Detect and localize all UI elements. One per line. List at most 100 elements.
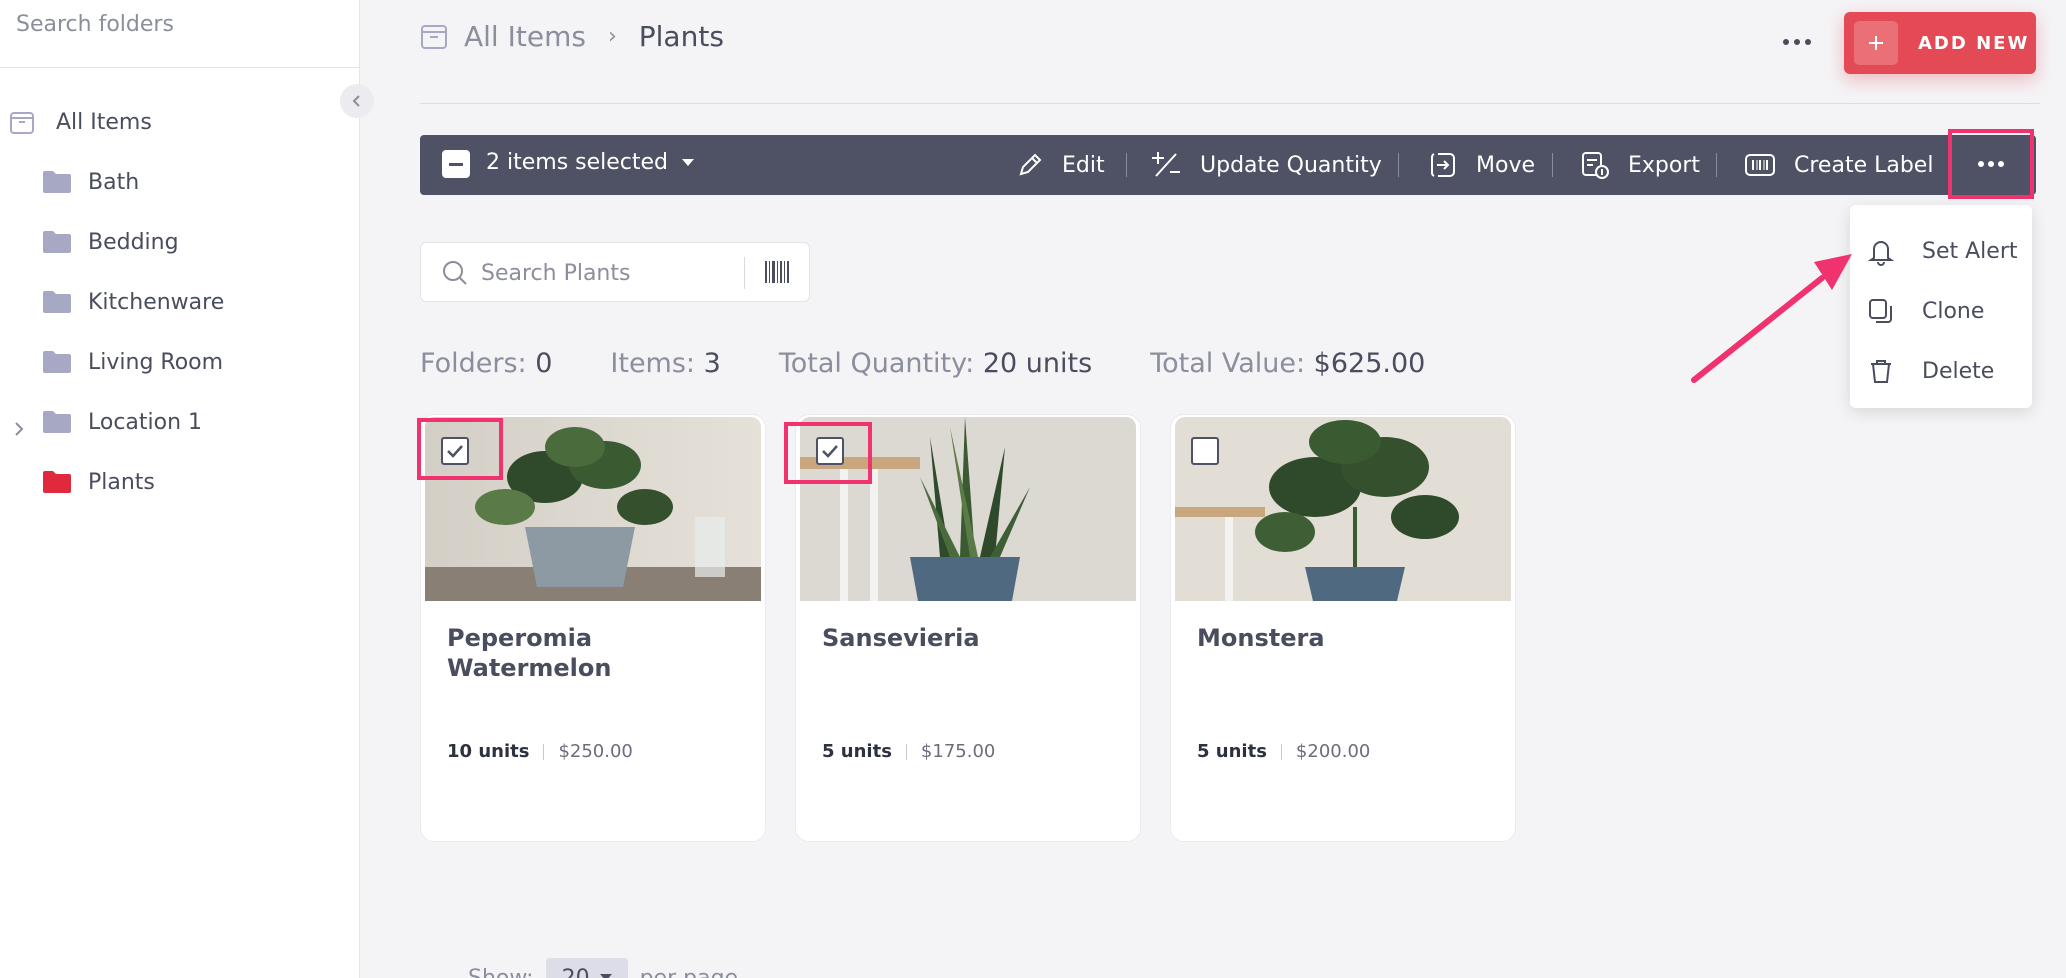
sidebar-item-kitchenware[interactable]: Kitchenware <box>42 277 224 327</box>
meta-divider <box>1280 743 1282 760</box>
all-items-icon <box>10 112 34 134</box>
item-units: 10 units <box>447 741 530 762</box>
stat-label: Total Quantity: <box>778 348 975 379</box>
breadcrumb-current: Plants <box>638 20 724 53</box>
folder-icon <box>43 351 71 373</box>
move-label: Move <box>1476 152 1535 178</box>
stat-value: 20 units <box>982 348 1093 379</box>
plus-minus-icon <box>1152 152 1180 177</box>
stat-total-quantity: Total Quantity: 20 units <box>779 348 1092 379</box>
menu-item-delete[interactable]: Delete <box>1850 341 2032 401</box>
item-card[interactable]: Monstera 5 units $200.00 <box>1170 414 1516 842</box>
trash-icon <box>1871 360 1891 383</box>
create-label-label: Create Label <box>1794 152 1934 178</box>
stat-value: 0 <box>535 348 553 379</box>
all-items-icon <box>421 24 447 49</box>
stat-label: Total Value: <box>1150 348 1306 379</box>
menu-item-label: Delete <box>1922 358 1995 384</box>
summary-stats: Folders: 0 Items: 3 Total Quantity: 20 u… <box>420 348 1483 379</box>
more-horizontal-icon <box>1783 39 1811 45</box>
move-icon <box>1430 153 1455 177</box>
per-page-value: 20 <box>561 965 590 978</box>
header-more-button[interactable] <box>1772 24 1822 60</box>
sidebar-item-living-room[interactable]: Living Room <box>42 337 223 387</box>
bell-icon <box>1867 241 1895 266</box>
folder-icon <box>43 411 71 433</box>
barcode-scan-icon[interactable] <box>763 259 791 285</box>
sidebar-item-label: Bath <box>88 169 140 195</box>
selected-checkbox-highlight <box>784 422 872 484</box>
selected-checkbox-highlight <box>417 418 503 480</box>
item-price: $200.00 <box>1295 741 1371 762</box>
folder-search-box <box>0 0 360 68</box>
plant-search-input[interactable] <box>481 253 731 293</box>
collapse-sidebar-button[interactable] <box>340 84 374 118</box>
update-quantity-button[interactable]: Update Quantity <box>1150 135 1382 195</box>
edit-button[interactable]: Edit <box>1016 135 1105 195</box>
toolbar-more-button[interactable] <box>1948 129 2034 199</box>
per-page-select[interactable]: 20 <box>545 958 628 978</box>
plus-icon <box>1854 21 1898 65</box>
menu-item-clone[interactable]: Clone <box>1850 281 2032 341</box>
search-icon <box>443 261 467 285</box>
caret-down-icon <box>599 974 612 978</box>
chevron-left-icon <box>352 95 360 107</box>
meta-divider <box>905 743 907 760</box>
item-units: 5 units <box>822 741 892 762</box>
breadcrumb-separator: › <box>607 24 617 49</box>
add-new-button[interactable]: ADD NEW <box>1844 12 2036 74</box>
item-units: 5 units <box>1197 741 1267 762</box>
toolbar-divider <box>1398 153 1399 177</box>
menu-item-set-alert[interactable]: Set Alert <box>1850 221 2032 281</box>
folder-icon <box>43 291 71 313</box>
sidebar-item-label: All Items <box>56 109 152 135</box>
item-meta: 10 units $250.00 <box>447 741 633 762</box>
more-horizontal-icon <box>1978 161 2004 167</box>
export-label: Export <box>1628 152 1701 178</box>
item-name[interactable]: Peperomia Watermelon <box>447 623 737 683</box>
search-divider <box>744 257 745 289</box>
item-price: $250.00 <box>558 741 633 762</box>
sidebar-item-all-items[interactable]: All Items <box>8 97 152 147</box>
edit-label: Edit <box>1062 152 1105 178</box>
stat-folders: Folders: 0 <box>420 348 552 379</box>
breadcrumb-all-items[interactable]: All Items <box>464 20 586 53</box>
update-quantity-label: Update Quantity <box>1200 152 1382 178</box>
sidebar-item-bedding[interactable]: Bedding <box>42 217 179 267</box>
pagination: Show: 20 per page <box>468 958 738 978</box>
folder-sidebar: All Items Bath Bedding Kitchenware Livin… <box>0 0 360 978</box>
more-actions-menu: Set Alert Clone Delete <box>1850 205 2032 408</box>
sidebar-item-plants[interactable]: Plants <box>42 457 155 507</box>
menu-item-label: Set Alert <box>1922 238 2018 264</box>
toolbar-divider <box>1126 153 1127 177</box>
sidebar-item-bath[interactable]: Bath <box>42 157 139 207</box>
add-new-label: ADD NEW <box>1918 32 2030 54</box>
sidebar-item-label: Bedding <box>88 229 179 255</box>
toolbar-divider <box>1552 153 1553 177</box>
copy-icon <box>1869 299 1892 323</box>
page-header: All Items › Plants ADD NEW <box>420 0 2040 104</box>
export-button[interactable]: Export <box>1580 135 1700 195</box>
stat-value: 3 <box>703 348 721 379</box>
barcode-icon <box>1745 154 1775 176</box>
item-checkbox[interactable] <box>1191 437 1219 465</box>
sidebar-item-label: Plants <box>88 469 155 495</box>
move-button[interactable]: Move <box>1428 135 1535 195</box>
selected-count-label: 2 items selected <box>486 150 669 175</box>
show-label: Show: <box>468 965 534 978</box>
stat-value: $625.00 <box>1313 348 1426 379</box>
selected-count-dropdown[interactable]: 2 items selected <box>486 150 695 175</box>
item-name[interactable]: Sansevieria <box>822 623 1112 653</box>
item-price: $175.00 <box>920 741 996 762</box>
sidebar-item-location-1[interactable]: Location 1 <box>42 397 202 447</box>
expand-chevron-icon[interactable] <box>10 420 28 438</box>
create-label-button[interactable]: Create Label <box>1744 135 1933 195</box>
sidebar-item-label: Living Room <box>88 349 224 375</box>
folder-search-input[interactable] <box>16 4 336 44</box>
folder-icon <box>43 171 71 193</box>
stat-total-value: Total Value: $625.00 <box>1150 348 1425 379</box>
item-name[interactable]: Monstera <box>1197 623 1487 653</box>
export-icon <box>1582 152 1609 179</box>
stat-label: Items: <box>610 348 696 379</box>
select-all-checkbox[interactable] <box>442 150 470 178</box>
